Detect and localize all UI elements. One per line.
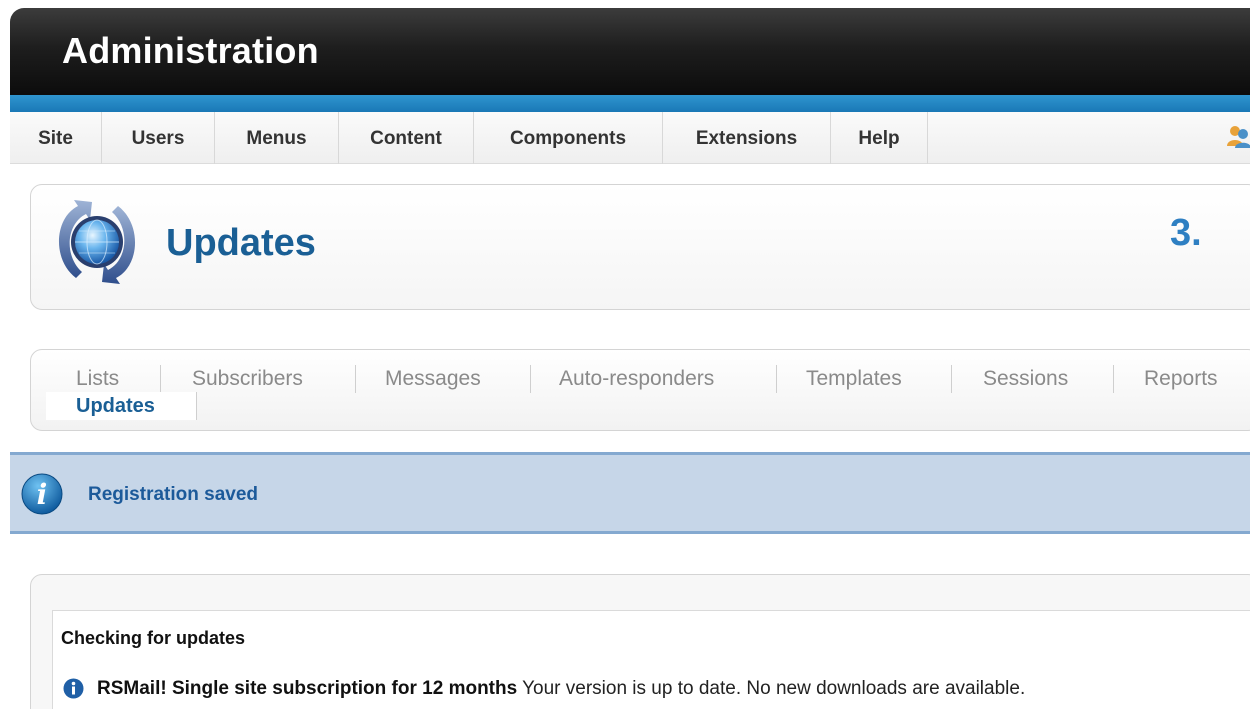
tab-templates[interactable]: Templates [806, 366, 902, 392]
update-status-text: Your version is up to date. No new downl… [517, 678, 1026, 699]
tab-sessions[interactable]: Sessions [983, 366, 1068, 392]
users-icon[interactable] [1226, 124, 1250, 148]
version-number: 3. [1170, 212, 1202, 254]
menu-components[interactable]: Components [474, 112, 663, 164]
menu-menus[interactable]: Menus [215, 112, 339, 164]
menu-site[interactable]: Site [10, 112, 102, 164]
info-icon [63, 678, 84, 699]
update-status-line: RSMail! Single site subscription for 12 … [97, 678, 1025, 700]
tab-messages[interactable]: Messages [385, 366, 481, 392]
top-menu-bar: Site Users Menus Content Components Exte… [10, 112, 1250, 164]
tab-divider [530, 365, 531, 393]
tab-lists[interactable]: Lists [76, 366, 119, 392]
tab-divider [1113, 365, 1114, 393]
updates-heading: Checking for updates [61, 628, 246, 648]
menu-content[interactable]: Content [339, 112, 474, 164]
tab-divider [951, 365, 952, 393]
tab-divider [196, 392, 197, 420]
page-title: Updates [166, 222, 316, 264]
tab-divider [776, 365, 777, 393]
tab-divider [160, 365, 161, 393]
menu-users[interactable]: Users [102, 112, 215, 164]
tab-divider [355, 365, 356, 393]
tab-subscribers[interactable]: Subscribers [192, 366, 303, 392]
svg-text:i: i [37, 478, 48, 511]
updates-globe-icon [58, 200, 136, 284]
header-accent-strip [10, 95, 1250, 112]
menu-help[interactable]: Help [831, 112, 928, 164]
admin-header: Administration [10, 8, 1250, 95]
menu-extensions[interactable]: Extensions [663, 112, 831, 164]
tab-auto-responders[interactable]: Auto-responders [559, 366, 714, 392]
product-name: RSMail! Single site subscription for 12 … [97, 678, 518, 699]
tab-reports[interactable]: Reports [1144, 366, 1218, 392]
info-icon: i [21, 473, 63, 515]
message-text: Registration saved [88, 484, 258, 505]
header-title: Administration [62, 30, 319, 71]
tab-updates[interactable]: Updates [76, 393, 155, 419]
